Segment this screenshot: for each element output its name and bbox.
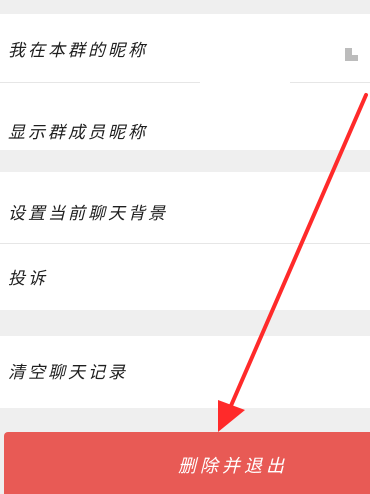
report-label: 投诉 (8, 269, 48, 289)
show-member-nickname-row[interactable]: 显示群成员昵称 (0, 83, 370, 150)
report-row[interactable]: 投诉 (0, 244, 370, 310)
my-group-nickname-row[interactable]: 我在本群的昵称 (0, 14, 370, 82)
image-placeholder-icon (345, 48, 358, 61)
show-member-nickname-label: 显示群成员昵称 (8, 123, 148, 143)
set-chat-background-label: 设置当前聊天背景 (8, 204, 168, 224)
settings-group-chat: 设置当前聊天背景 投诉 (0, 172, 370, 310)
clear-chat-history-row[interactable]: 清空聊天记录 (0, 336, 370, 408)
set-chat-background-row[interactable]: 设置当前聊天背景 (0, 172, 370, 242)
settings-group-nickname: 我在本群的昵称 显示群成员昵称 (0, 14, 370, 150)
clear-chat-history-label: 清空聊天记录 (8, 363, 128, 383)
delete-and-exit-button[interactable]: 删除并退出 (4, 432, 370, 494)
settings-group-history: 清空聊天记录 (0, 336, 370, 408)
my-group-nickname-label: 我在本群的昵称 (8, 41, 148, 61)
top-gap (0, 0, 370, 14)
